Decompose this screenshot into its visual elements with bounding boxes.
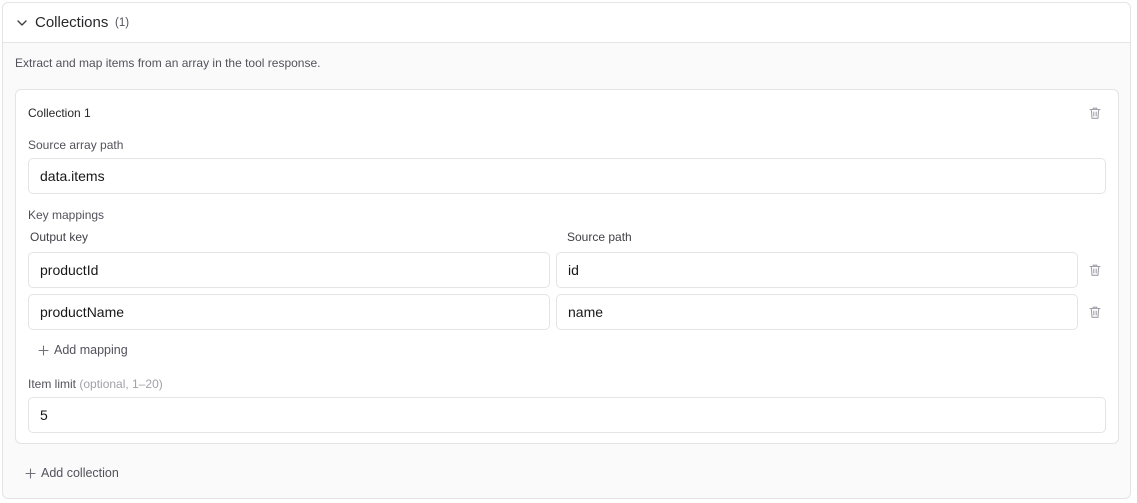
source-path-input[interactable] <box>556 252 1078 288</box>
trash-icon[interactable] <box>1088 263 1102 277</box>
collection-count: (1) <box>115 17 130 29</box>
output-key-input[interactable] <box>28 252 550 288</box>
add-collection-button[interactable]: Add collection <box>25 465 119 481</box>
collection-title: Collection 1 <box>28 106 91 120</box>
item-limit-label: Item limit (optional, 1–20) <box>28 377 163 392</box>
plus-icon <box>38 344 49 356</box>
plus-icon <box>25 467 36 479</box>
collections-header[interactable]: Collections (1) <box>3 3 1130 43</box>
add-mapping-button[interactable]: Add mapping <box>38 342 128 358</box>
output-key-header: Output key <box>30 230 89 244</box>
item-limit-input[interactable] <box>28 397 1106 433</box>
collection-card: Collection 1 Source array path Key mappi… <box>15 89 1119 444</box>
chevron-down-icon[interactable] <box>15 16 29 30</box>
source-array-input[interactable] <box>28 158 1106 194</box>
output-key-input[interactable] <box>28 294 550 330</box>
source-path-input[interactable] <box>556 294 1078 330</box>
add-collection-label: Add collection <box>41 466 119 480</box>
source-path-header: Source path <box>567 230 632 244</box>
trash-icon[interactable] <box>1088 305 1102 319</box>
key-mappings-label: Key mappings <box>28 208 105 222</box>
item-limit-label-text: Item limit <box>28 377 76 391</box>
source-array-label: Source array path <box>28 138 124 152</box>
trash-icon[interactable] <box>1088 106 1102 120</box>
add-mapping-label: Add mapping <box>54 343 128 357</box>
section-description: Extract and map items from an array in t… <box>15 56 321 70</box>
section-title: Collections <box>35 14 109 31</box>
collections-panel: Collections (1) Extract and map items fr… <box>2 2 1131 499</box>
item-limit-hint: (optional, 1–20) <box>79 377 163 391</box>
